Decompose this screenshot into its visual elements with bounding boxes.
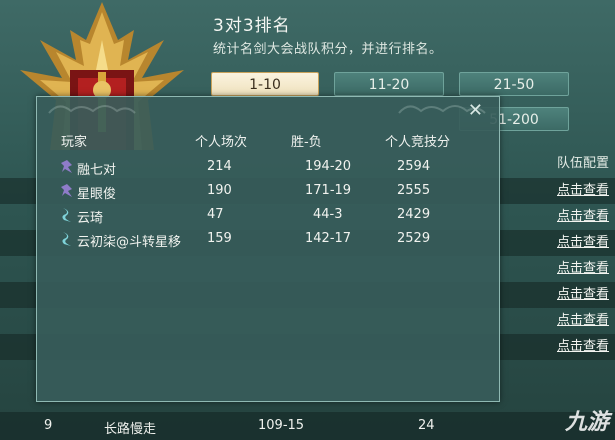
col-header-score: 个人竞技分 xyxy=(385,135,451,150)
player-matches: 214 xyxy=(207,159,232,174)
player-row: 云初柒@斗转星移 159 142-17 2529 xyxy=(57,229,493,250)
player-row: 云琦 47 44-3 2429 xyxy=(57,205,493,226)
player-record: 44-3 xyxy=(313,207,343,222)
tab-rank-1-10[interactable]: 1-10 xyxy=(211,72,319,96)
player-name: 星眼俊 xyxy=(77,187,117,202)
player-record: 142-17 xyxy=(305,231,352,246)
tab-rank-11-20[interactable]: 11-20 xyxy=(334,72,444,96)
close-icon[interactable]: ✕ xyxy=(468,100,483,121)
player-score: 2594 xyxy=(397,159,431,174)
player-record: 194-20 xyxy=(305,159,352,174)
col-header-player: 玩家 xyxy=(61,135,88,150)
score-cell: 24 xyxy=(418,418,435,433)
player-score: 2555 xyxy=(397,183,431,198)
view-team-link[interactable]: 点击查看 xyxy=(557,334,609,360)
player-matches: 159 xyxy=(207,231,232,246)
view-team-link[interactable]: 点击查看 xyxy=(557,256,609,282)
page-title: 3对3排名 xyxy=(213,16,291,36)
site-watermark: 九游 xyxy=(564,410,609,435)
player-record: 171-19 xyxy=(305,183,352,198)
player-matches: 190 xyxy=(207,183,232,198)
team-name-cell: 长路慢走 xyxy=(104,422,157,437)
team-detail-popup: ✕ 玩家 个人场次 胜-负 个人竞技分 融七对 214 194-20 2594 … xyxy=(36,96,500,402)
class-emblem-purple-icon xyxy=(61,184,72,197)
player-name: 云初柒@斗转星移 xyxy=(77,235,182,250)
class-emblem-teal-icon xyxy=(62,232,71,246)
player-row: 融七对 214 194-20 2594 xyxy=(57,157,493,178)
class-emblem-purple-icon xyxy=(61,160,72,173)
player-score: 2429 xyxy=(397,207,431,222)
player-matches: 47 xyxy=(207,207,224,222)
player-score: 2529 xyxy=(397,231,431,246)
player-row: 星眼俊 190 171-19 2555 xyxy=(57,181,493,202)
table-row: 9 长路慢走 109-15 24 xyxy=(0,412,615,440)
view-team-link[interactable]: 点击查看 xyxy=(557,230,609,256)
class-emblem-teal-icon xyxy=(62,208,71,222)
team-config-header: 队伍配置 xyxy=(557,156,610,171)
view-team-link[interactable]: 点击查看 xyxy=(557,308,609,334)
view-team-link[interactable]: 点击查看 xyxy=(557,178,609,204)
col-header-matches: 个人场次 xyxy=(195,135,248,150)
view-team-link[interactable]: 点击查看 xyxy=(557,204,609,230)
record-cell: 109-15 xyxy=(258,418,305,433)
rank-cell: 9 xyxy=(44,418,53,433)
page-subtitle: 统计名剑大会战队积分，并进行排名。 xyxy=(213,42,443,57)
view-team-link[interactable]: 点击查看 xyxy=(557,282,609,308)
col-header-record: 胜-负 xyxy=(291,135,322,150)
cloud-ornament-icon xyxy=(48,105,136,114)
player-name: 融七对 xyxy=(77,163,117,178)
player-name: 云琦 xyxy=(77,211,104,226)
tab-rank-21-50[interactable]: 21-50 xyxy=(459,72,569,96)
